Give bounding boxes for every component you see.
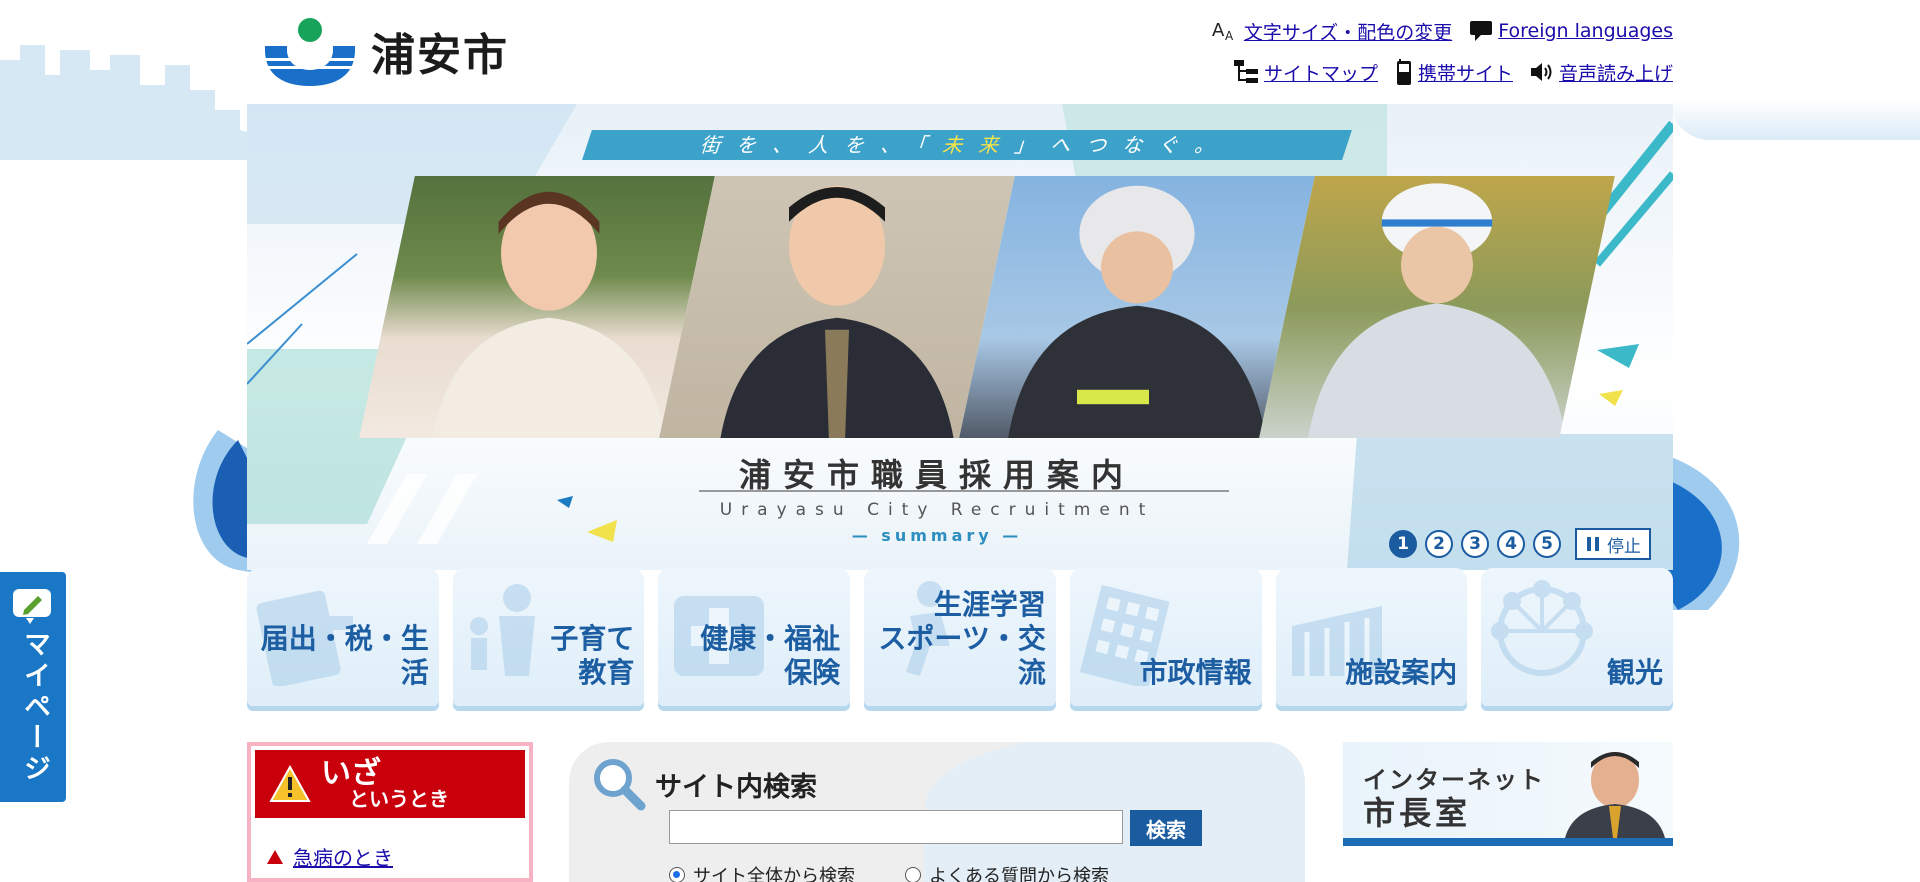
hero-tagline: 街を、人を、「未来」へつなぐ。 [582, 130, 1352, 160]
mayor-banner-line2: 市長室 [1363, 794, 1472, 832]
nav-health-welfare-insurance[interactable]: 健康・福祉 保険 [658, 568, 851, 706]
mobile-site-link[interactable]: 携帯サイト [1396, 59, 1513, 86]
emergency-title: いざ [321, 756, 381, 791]
nav-childcare-education[interactable]: 子育て 教育 [452, 568, 645, 706]
speaker-icon [1530, 63, 1552, 81]
radio-label: よくある質問から検索 [929, 866, 1109, 882]
text-size-icon: A A [1212, 20, 1234, 42]
search-scope-site[interactable]: サイト全体から検索 [669, 862, 855, 882]
tagline-pre: 街を、人を、「 [698, 133, 948, 157]
text-size-link[interactable]: A A 文字サイズ・配色の変更 [1212, 18, 1452, 45]
hero-photo-childcare-worker [359, 176, 715, 438]
sitemap-link[interactable]: サイトマップ [1233, 59, 1378, 86]
city-emblem-icon [265, 18, 355, 86]
radio-label: サイト全体から検索 [693, 866, 855, 882]
city-skyline-right [1670, 100, 1920, 140]
site-logo[interactable]: 浦安市 [261, 14, 511, 88]
slider-controls: 1 2 3 4 5 停止 [1389, 528, 1651, 560]
search-input[interactable] [669, 810, 1123, 844]
hero-photo-firefighter [959, 176, 1315, 438]
nav-notifications-tax-life[interactable]: 届出・税・生活 [247, 568, 439, 706]
magnifier-icon [594, 759, 646, 811]
internet-mayor-office-banner[interactable]: インターネット 市長室 [1343, 742, 1673, 846]
ferris-wheel-icon [1491, 580, 1594, 676]
slide-dot-1[interactable]: 1 [1389, 530, 1417, 558]
slide-dot-5[interactable]: 5 [1533, 530, 1561, 558]
pencil-icon [13, 589, 51, 624]
hero-photo-office-worker [659, 176, 1015, 438]
sitemap-icon [1233, 60, 1258, 83]
emergency-link-label[interactable]: 急病のとき [293, 842, 393, 871]
nav-label: 届出・税・生活 [260, 622, 429, 689]
nav-tourism[interactable]: 観光 [1481, 568, 1674, 706]
utility-row-1: A A 文字サイズ・配色の変更 Foreign languages [1212, 16, 1673, 46]
search-title: サイト内検索 [591, 756, 817, 812]
emergency-header: いざ というとき [255, 750, 525, 818]
warning-icon [269, 765, 311, 802]
slide-dot-2[interactable]: 2 [1425, 530, 1453, 558]
utility-row-2: サイトマップ 携帯サイト 音声読み上げ [1212, 57, 1673, 87]
slider-stop-button[interactable]: 停止 [1575, 528, 1651, 560]
mobile-site-label[interactable]: 携帯サイト [1418, 59, 1513, 86]
slide-dot-4[interactable]: 4 [1497, 530, 1525, 558]
tagline-highlight: 未来 [940, 133, 1020, 157]
utility-links: A A 文字サイズ・配色の変更 Foreign languages サイトマップ… [1212, 16, 1673, 98]
hero-slider[interactable]: 街を、人を、「未来」へつなぐ。 浦安市職員採用案内 Urayasu City R… [247, 104, 1673, 570]
hero-subtitle: Urayasu City Recruitment [719, 500, 1155, 520]
mypage-tab[interactable]: マイページ [0, 572, 66, 802]
emergency-subtitle: というとき [349, 787, 449, 811]
sitemap-label[interactable]: サイトマップ [1264, 59, 1378, 86]
nav-label: 観光 [1607, 656, 1664, 689]
hero-summary: — summary — [851, 526, 1023, 545]
slide-dot-3[interactable]: 3 [1461, 530, 1489, 558]
svg-text:A: A [1212, 20, 1225, 41]
nav-label: 市政情報 [1139, 656, 1252, 689]
nav-label: 健康・福祉 保険 [700, 622, 841, 689]
mayor-photo [1565, 752, 1665, 838]
read-aloud-link[interactable]: 音声読み上げ [1530, 59, 1673, 86]
tagline-post: 」へつなぐ。 [1012, 133, 1236, 157]
search-scope-faq[interactable]: よくある質問から検索 [905, 862, 1109, 882]
foreign-languages-label[interactable]: Foreign languages [1498, 20, 1673, 42]
emergency-box: いざ というとき 急病のとき [247, 742, 533, 882]
nav-lifelong-learning-sports[interactable]: 生涯学習 スポーツ・交流 [864, 568, 1056, 706]
hero-divider [699, 490, 1229, 492]
mobile-phone-icon [1396, 59, 1411, 85]
nav-facilities[interactable]: 施設案内 [1275, 568, 1468, 706]
search-scope: サイト全体から検索 よくある質問から検索 [669, 862, 1109, 882]
emergency-link-sudden-illness[interactable]: 急病のとき [267, 842, 393, 871]
hero-photo-construction-worker [1259, 176, 1615, 438]
speech-bubble-icon [1470, 21, 1493, 41]
foreign-languages-link[interactable]: Foreign languages [1470, 20, 1673, 42]
mypage-label: マイページ [19, 630, 50, 785]
search-button[interactable]: 検索 [1130, 810, 1202, 846]
stop-label: 停止 [1607, 536, 1641, 557]
search-title-label: サイト内検索 [655, 771, 817, 803]
nav-label: 子育て 教育 [550, 622, 635, 689]
read-aloud-label[interactable]: 音声読み上げ [1559, 59, 1673, 86]
category-nav: 届出・税・生活 子育て 教育 健康・福祉 保険 生涯学習 スポーツ・交流 市政情… [247, 568, 1674, 706]
nav-label: 生涯学習 スポーツ・交流 [878, 588, 1046, 689]
city-skyline-illustration [0, 45, 260, 160]
svg-text:A: A [1225, 29, 1234, 42]
radio-button[interactable] [905, 867, 921, 882]
site-name: 浦安市 [371, 30, 509, 81]
nav-label: 施設案内 [1345, 656, 1458, 689]
nav-city-administration[interactable]: 市政情報 [1069, 568, 1262, 706]
radio-button-selected[interactable] [669, 867, 685, 882]
triangle-bullet-icon [267, 849, 283, 864]
pause-icon [1587, 537, 1599, 551]
site-search: サイト内検索 検索 サイト全体から検索 よくある質問から検索 [569, 742, 1305, 882]
text-size-link-label[interactable]: 文字サイズ・配色の変更 [1244, 18, 1452, 45]
